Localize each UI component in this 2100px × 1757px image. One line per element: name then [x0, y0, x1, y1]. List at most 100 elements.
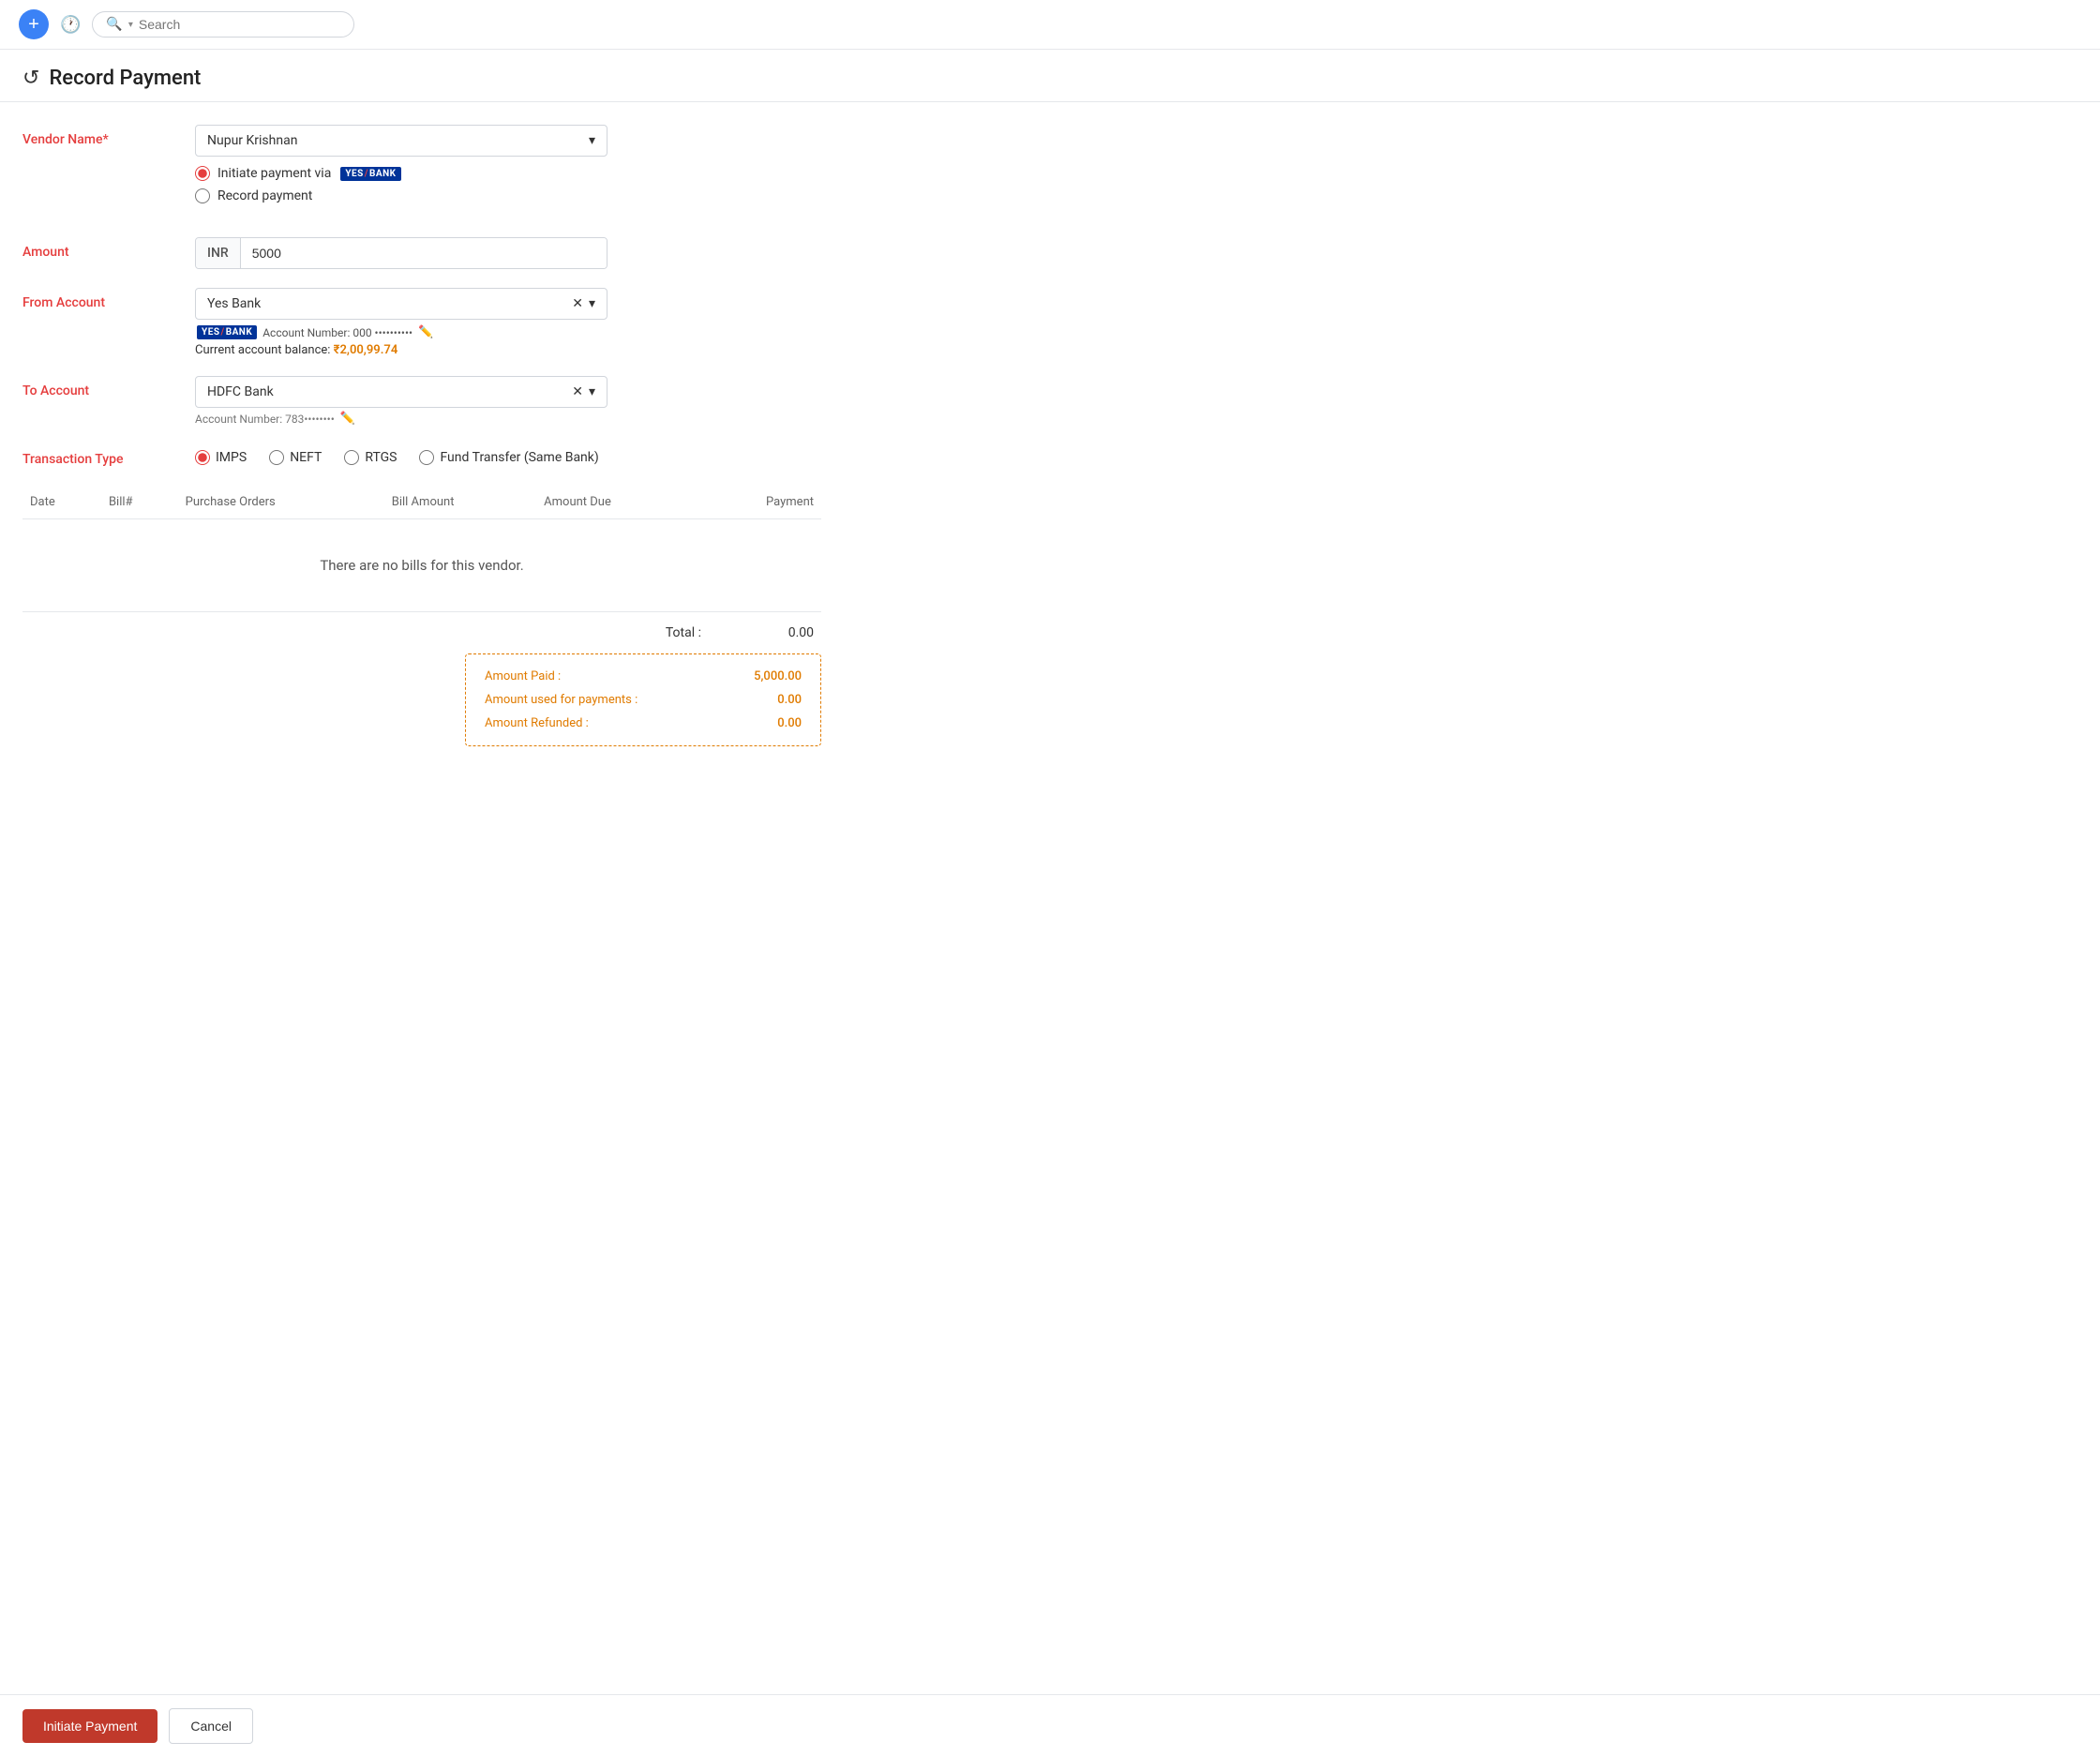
to-account-edit-icon[interactable]: ✏️: [340, 412, 355, 426]
from-account-actions: ✕ ▾: [572, 296, 595, 311]
col-po: Purchase Orders: [178, 486, 384, 519]
bottom-bar: Initiate Payment Cancel: [0, 1694, 2100, 1757]
initiate-payment-button[interactable]: Initiate Payment: [22, 1709, 158, 1743]
yes-bank-small-badge: YES / BANK: [197, 325, 257, 339]
amount-used-label: Amount used for payments :: [485, 693, 638, 707]
amount-row: Amount INR: [22, 237, 821, 269]
vendor-caret-icon: ▾: [589, 133, 595, 148]
rtgs-radio[interactable]: [344, 450, 359, 465]
total-label: Total :: [666, 625, 701, 640]
col-bill: Bill#: [101, 486, 178, 519]
vendor-dropdown[interactable]: Nupur Krishnan ▾: [195, 125, 608, 157]
transaction-type-row: Transaction Type IMPS NEFT RTGS Fund Tra…: [22, 444, 821, 467]
rtgs-option[interactable]: RTGS: [344, 450, 397, 465]
amount-refunded-label: Amount Refunded :: [485, 716, 589, 730]
rtgs-label: RTGS: [365, 450, 397, 465]
bills-table: Date Bill# Purchase Orders Bill Amount A…: [22, 486, 821, 611]
payment-options: Initiate payment via YES / BANK Record p…: [195, 166, 821, 203]
topbar: + 🕐 🔍 ▾: [0, 0, 2100, 50]
col-payment: Payment: [698, 486, 821, 519]
to-account-row: To Account HDFC Bank ✕ ▾ Account Number:…: [22, 376, 821, 426]
to-account-number-row: Account Number: 783•••••••• ✏️: [195, 412, 821, 426]
plus-icon: +: [28, 15, 39, 34]
neft-radio[interactable]: [269, 450, 284, 465]
page-title-bar: ↺ Record Payment: [0, 50, 2100, 102]
amount-paid-label: Amount Paid :: [485, 669, 561, 683]
to-account-label: To Account: [22, 376, 172, 398]
table-body: There are no bills for this vendor.: [22, 519, 821, 612]
initiate-payment-label: Initiate payment via: [218, 166, 331, 181]
col-bill-amount: Bill Amount: [384, 486, 536, 519]
to-account-actions: ✕ ▾: [572, 384, 595, 399]
total-value: 0.00: [739, 625, 814, 640]
transaction-type-control: IMPS NEFT RTGS Fund Transfer (Same Bank): [195, 444, 821, 465]
currency-label: INR: [196, 238, 241, 268]
vendor-value: Nupur Krishnan: [207, 133, 297, 148]
neft-label: NEFT: [290, 450, 322, 465]
from-account-balance-row: Current account balance: ₹2,00,99.74: [195, 343, 821, 357]
fund-transfer-option[interactable]: Fund Transfer (Same Bank): [419, 450, 598, 465]
from-account-dropdown[interactable]: Yes Bank ✕ ▾: [195, 288, 608, 320]
balance-label: Current account balance:: [195, 343, 330, 357]
amount-field: INR: [195, 237, 608, 269]
search-input[interactable]: [139, 17, 326, 32]
col-date: Date: [22, 486, 101, 519]
search-bar[interactable]: 🔍 ▾: [92, 11, 354, 38]
fund-transfer-radio[interactable]: [419, 450, 434, 465]
from-account-info: YES / BANK Account Number: 000 •••••••••…: [195, 325, 821, 339]
amount-used-line: Amount used for payments : 0.00: [485, 693, 802, 707]
table-header: Date Bill# Purchase Orders Bill Amount A…: [22, 486, 821, 519]
fund-transfer-label: Fund Transfer (Same Bank): [440, 450, 598, 465]
empty-message: There are no bills for this vendor.: [22, 519, 821, 612]
transaction-type-label: Transaction Type: [22, 444, 172, 467]
record-payment-label: Record payment: [218, 188, 312, 203]
search-icon: 🔍: [106, 17, 122, 32]
cancel-button[interactable]: Cancel: [169, 1708, 253, 1744]
history-button[interactable]: 🕐: [60, 15, 81, 35]
to-account-number: Account Number: 783••••••••: [195, 413, 335, 426]
from-account-row: From Account Yes Bank ✕ ▾ YES / BANK Acc…: [22, 288, 821, 357]
table-header-row: Date Bill# Purchase Orders Bill Amount A…: [22, 486, 821, 519]
to-account-dropdown[interactable]: HDFC Bank ✕ ▾: [195, 376, 608, 408]
to-account-chevron-icon: ▾: [589, 384, 595, 399]
summary-box: Amount Paid : 5,000.00 Amount used for p…: [465, 653, 821, 746]
from-account-value: Yes Bank: [207, 296, 261, 311]
from-account-label: From Account: [22, 288, 172, 310]
yes-bank-badge: YES / BANK: [340, 167, 400, 181]
yes-bank-slash: /: [365, 169, 368, 179]
amount-control: INR: [195, 237, 821, 269]
record-payment-option[interactable]: Record payment: [195, 188, 821, 203]
from-account-control: Yes Bank ✕ ▾ YES / BANK Account Number: …: [195, 288, 821, 357]
amount-input[interactable]: [241, 238, 607, 268]
amount-refunded-value: 0.00: [777, 716, 802, 730]
from-account-edit-icon[interactable]: ✏️: [418, 325, 433, 339]
amount-refunded-line: Amount Refunded : 0.00: [485, 716, 802, 730]
empty-row: There are no bills for this vendor.: [22, 519, 821, 612]
initiate-payment-radio[interactable]: [195, 166, 210, 181]
col-amount-due: Amount Due: [536, 486, 698, 519]
record-payment-radio[interactable]: [195, 188, 210, 203]
balance-amount: ₹2,00,99.74: [334, 343, 398, 357]
to-account-clear-icon[interactable]: ✕: [572, 384, 583, 399]
vendor-control: Nupur Krishnan ▾ Initiate payment via YE…: [195, 125, 821, 203]
from-account-number: Account Number: 000 ••••••••••: [262, 326, 412, 339]
imps-label: IMPS: [216, 450, 247, 465]
amount-paid-line: Amount Paid : 5,000.00: [485, 669, 802, 683]
total-row: Total : 0.00: [22, 611, 821, 653]
vendor-label: Vendor Name*: [22, 125, 172, 147]
imps-radio[interactable]: [195, 450, 210, 465]
neft-option[interactable]: NEFT: [269, 450, 322, 465]
history-icon: 🕐: [60, 15, 81, 34]
imps-option[interactable]: IMPS: [195, 450, 247, 465]
initiate-payment-option[interactable]: Initiate payment via YES / BANK: [195, 166, 821, 181]
amount-paid-value: 5,000.00: [754, 669, 802, 683]
search-caret-icon: ▾: [128, 20, 133, 30]
add-button[interactable]: +: [19, 9, 49, 39]
from-account-clear-icon[interactable]: ✕: [572, 296, 583, 311]
main-content: Vendor Name* Nupur Krishnan ▾ Initiate p…: [0, 102, 844, 840]
to-account-value: HDFC Bank: [207, 384, 274, 399]
vendor-row: Vendor Name* Nupur Krishnan ▾ Initiate p…: [22, 125, 821, 203]
from-account-chevron-icon: ▾: [589, 296, 595, 311]
amount-label: Amount: [22, 237, 172, 260]
yes-bank-yes: YES: [345, 169, 363, 179]
